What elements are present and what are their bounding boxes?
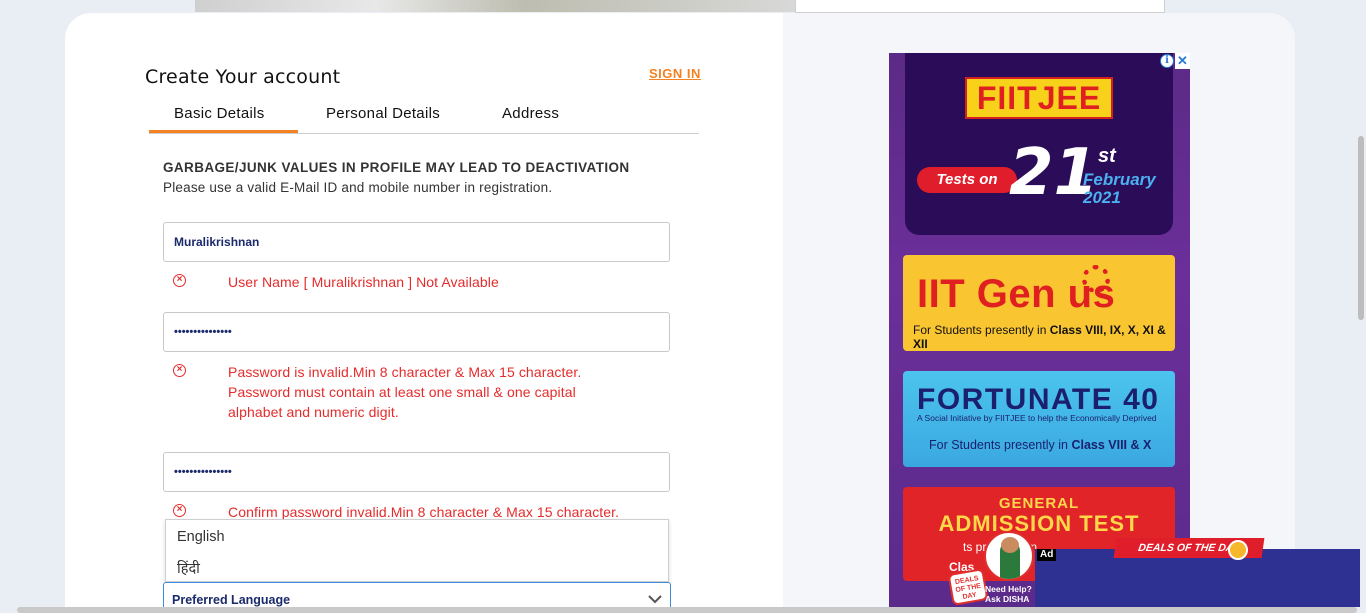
general-label: GENERAL: [998, 495, 1080, 512]
confirm-password-value: •••••••••••••••: [174, 466, 232, 478]
top-banner-panel: [795, 0, 1165, 13]
registration-tabs: Basic Details Personal Details Address: [149, 100, 699, 134]
ad-info-icon[interactable]: i: [1160, 54, 1174, 68]
warning-subtitle: Please use a valid E-Mail ID and mobile …: [163, 180, 553, 195]
ad-fiitjee-block: FIITJEE Tests on 21 st February 2021: [905, 53, 1173, 235]
admission-test-title: ADMISSION TEST: [938, 511, 1140, 536]
username-value: Muralikrishnan: [174, 235, 260, 249]
deals-tag-icon: DEALS OF THE DAY: [947, 568, 989, 606]
iit-genius-subtitle: For Students presently in Class VIII, IX…: [913, 323, 1166, 351]
vertical-scrollbar[interactable]: [1358, 136, 1364, 320]
language-option-english[interactable]: English: [177, 529, 225, 545]
horizontal-scrollbar[interactable]: [17, 607, 1357, 613]
fortunate-subtitle: For Students presently in Class VIII & X: [929, 438, 1152, 452]
date-month-year: February 2021: [1083, 170, 1156, 207]
fortunate-tagline: A Social Initiative by FIITJEE to help t…: [917, 413, 1157, 423]
password-value: •••••••••••••••: [174, 326, 232, 338]
tab-personal-details[interactable]: Personal Details: [326, 105, 440, 122]
password-error-line: Password must contain at least one small…: [228, 384, 576, 400]
page-title: Create Your account: [145, 66, 341, 88]
sign-in-link[interactable]: SIGN IN: [649, 66, 701, 81]
preferred-language-value: Preferred Language: [172, 593, 291, 607]
error-icon: ×: [173, 364, 186, 377]
username-input[interactable]: Muralikrishnan: [163, 222, 670, 262]
gear-bulb-icon: [1082, 265, 1110, 293]
password-error: Password is invalid.Min 8 character & Ma…: [228, 362, 581, 422]
need-help-text[interactable]: Need Help? Ask DISHA: [985, 584, 1032, 604]
ad-close-icon[interactable]: ✕: [1175, 53, 1190, 69]
active-tab-indicator: [149, 130, 298, 133]
error-icon: ×: [173, 274, 186, 287]
fiitjee-ad[interactable]: FIITJEE Tests on 21 st February 2021 IIT…: [889, 53, 1190, 613]
username-error: User Name [ Muralikrishnan ] Not Availab…: [228, 274, 499, 290]
ad-fortunate-block: FORTUNATE 40 A Social Initiative by FIIT…: [903, 371, 1175, 467]
language-option-hindi[interactable]: हिंदी: [177, 558, 200, 578]
password-error-line: alphabet and numeric digit.: [228, 404, 399, 420]
password-input[interactable]: •••••••••••••••: [163, 312, 670, 352]
disha-avatar[interactable]: [984, 531, 1034, 581]
top-banner-image: [195, 0, 795, 12]
disha-head-icon: [1001, 537, 1019, 553]
tests-on-badge: Tests on: [917, 167, 1017, 193]
password-error-line: Password is invalid.Min 8 character & Ma…: [228, 364, 582, 380]
confirm-password-input[interactable]: •••••••••••••••: [163, 452, 670, 492]
ad-iit-genius-block: IIT Gen us For Students presently in Cla…: [903, 255, 1175, 351]
date-suffix: st: [1098, 145, 1116, 167]
tab-address[interactable]: Address: [502, 105, 559, 122]
ad-label: Ad: [1037, 549, 1057, 561]
fiitjee-logo: FIITJEE: [965, 77, 1113, 119]
language-dropdown-list: English हिंदी: [165, 519, 669, 582]
tab-basic-details[interactable]: Basic Details: [174, 105, 265, 122]
error-icon: ×: [173, 504, 186, 517]
chevron-down-icon: [648, 595, 662, 604]
deals-badge-icon: [1228, 540, 1248, 560]
warning-title: GARBAGE/JUNK VALUES IN PROFILE MAY LEAD …: [163, 160, 630, 175]
